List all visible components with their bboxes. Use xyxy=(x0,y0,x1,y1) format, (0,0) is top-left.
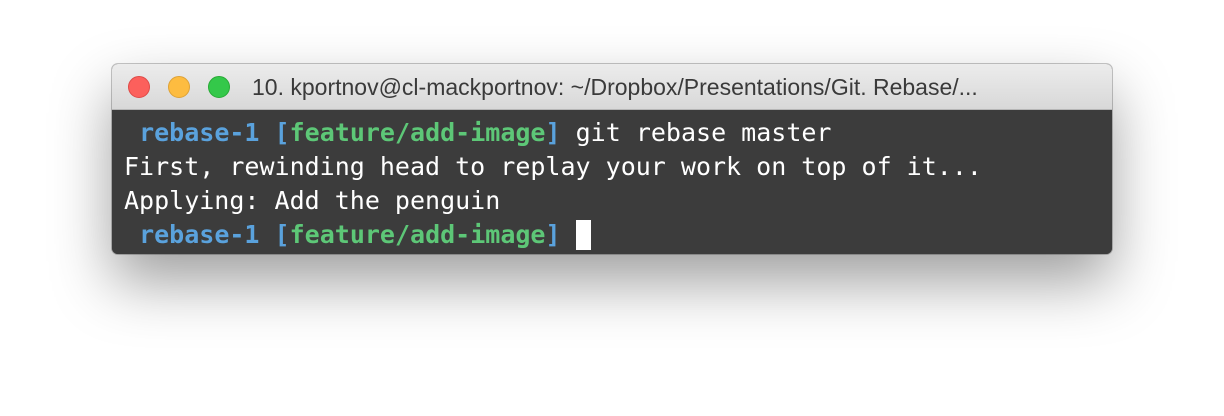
prompt-branch: feature/add-image xyxy=(289,220,546,249)
desktop-background: 10. kportnov@cl-mackportnov: ~/Dropbox/P… xyxy=(0,0,1224,416)
prompt-directory: rebase-1 xyxy=(139,118,260,147)
window-title: 10. kportnov@cl-mackportnov: ~/Dropbox/P… xyxy=(252,74,978,100)
maximize-window-button[interactable] xyxy=(208,76,230,98)
close-window-button[interactable] xyxy=(128,76,150,98)
terminal-line-prompt-command: rebase-1 [feature/add-image] git rebase … xyxy=(124,116,1112,150)
title-bar[interactable]: 10. kportnov@cl-mackportnov: ~/Dropbox/P… xyxy=(112,64,1112,110)
terminal-line-current-prompt[interactable]: rebase-1 [feature/add-image] xyxy=(124,218,1112,252)
terminal-content[interactable]: rebase-1 [feature/add-image] git rebase … xyxy=(112,110,1112,254)
prompt-bracket-close: ] xyxy=(545,118,561,147)
terminal-window[interactable]: 10. kportnov@cl-mackportnov: ~/Dropbox/P… xyxy=(112,64,1112,254)
command-text: git rebase master xyxy=(575,118,832,147)
text-cursor xyxy=(575,220,591,250)
prompt-bracket-open: [ xyxy=(274,118,290,147)
prompt-directory: rebase-1 xyxy=(139,220,260,249)
prompt-bracket-open: [ xyxy=(274,220,290,249)
terminal-output-line: First, rewinding head to replay your wor… xyxy=(124,152,982,181)
prompt-branch: feature/add-image xyxy=(289,118,546,147)
prompt-bracket-close: ] xyxy=(545,220,561,249)
terminal-output-line: Applying: Add the penguin xyxy=(124,186,501,215)
minimize-window-button[interactable] xyxy=(168,76,190,98)
